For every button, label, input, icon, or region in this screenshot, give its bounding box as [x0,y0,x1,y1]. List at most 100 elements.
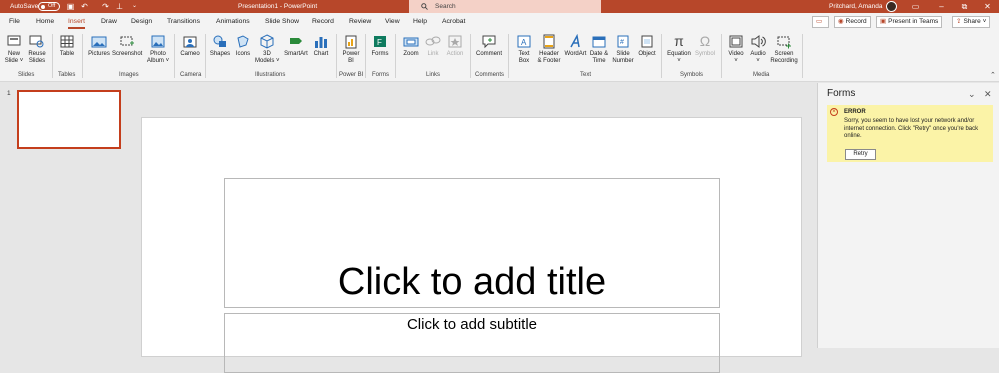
title-placeholder[interactable]: Click to add title [224,178,720,308]
video-button[interactable]: Video ˅ [725,34,747,65]
divider [52,34,53,78]
maximize-icon[interactable]: ⧉ [960,2,969,11]
tab-insert[interactable]: Insert [68,18,85,29]
tab-file[interactable]: File [9,18,20,25]
group-power-bi: Power BI [339,72,364,78]
table-button[interactable]: Table [57,34,77,58]
cameo-button[interactable]: Cameo [178,34,202,58]
tab-review[interactable]: Review [349,18,371,25]
date-time-button[interactable]: Date & Time [588,34,610,65]
pane-close-icon[interactable]: ✕ [984,89,992,100]
slide-number-button[interactable]: # Slide Number [611,34,635,65]
divider [721,34,722,78]
power-bi-button[interactable]: Power BI [340,34,362,65]
tab-home[interactable]: Home [36,18,54,25]
forms-button[interactable]: F Forms [369,34,391,58]
icons-button[interactable]: Icons [233,34,253,58]
link-icon [425,36,441,46]
group-symbols: Symbols [680,72,704,78]
text-box-button[interactable]: A Text Box [513,34,535,65]
3d-models-label: 3D Models ˅ [255,51,280,64]
pane-title: Forms [827,88,856,99]
collapse-ribbon-icon[interactable]: ⌃ [990,71,996,79]
minimize-icon[interactable]: – [937,2,946,11]
divider [174,34,175,78]
header-footer-button[interactable]: Header & Footer [536,34,562,65]
pi-icon: π [674,33,684,49]
slide-canvas[interactable]: Click to add title Click to add subtitle [141,117,802,373]
reuse-slides-button[interactable]: Reuse Slides [26,34,48,65]
video-label: Video [728,51,744,57]
pictures-button[interactable]: Pictures [87,34,111,58]
close-icon[interactable]: ✕ [983,2,992,11]
tab-design[interactable]: Design [131,18,152,25]
comment-icon [482,35,496,49]
audio-button[interactable]: Audio ˅ [748,34,768,65]
equation-button[interactable]: π Equation ˅ [665,34,693,65]
present-in-teams-button[interactable]: ▣ Present in Teams [876,16,943,28]
tab-slide-show[interactable]: Slide Show [265,18,299,25]
undo-icon[interactable]: ↶ [80,2,89,11]
divider [395,34,396,78]
action-label: Action [446,51,464,57]
error-icon: × [830,108,838,116]
divider [470,34,471,78]
action-button[interactable]: Action [444,34,466,58]
chart-button[interactable]: Chart [311,34,331,58]
pin-icon[interactable]: ⊥ [115,2,124,11]
tab-transitions[interactable]: Transitions [167,18,200,25]
header-footer-label: Header & Footer [537,51,561,64]
wordart-button[interactable]: WordArt [563,34,588,58]
retry-button[interactable]: Retry [845,149,876,160]
comments-button[interactable]: ▭ [812,16,829,28]
shapes-icon [213,35,226,47]
cube-icon [260,34,274,49]
screenshot-button[interactable]: Screenshot [112,34,142,58]
photo-album-button[interactable]: Photo Album ˅ [146,34,170,65]
subtitle-placeholder[interactable]: Click to add subtitle [224,313,720,373]
comment-button[interactable]: Comment [474,34,504,58]
search-placeholder: Search [435,3,456,10]
screenshot-label: Screenshot [112,51,143,57]
icons-label: Icons [235,51,251,57]
shapes-button[interactable]: Shapes [208,34,232,58]
svg-text:#: # [620,39,624,46]
tab-acrobat[interactable]: Acrobat [442,18,465,25]
zoom-button[interactable]: Zoom [400,34,422,58]
pictures-icon [91,36,107,48]
ribbon-display-icon[interactable]: ▭ [911,2,920,11]
3d-models-button[interactable]: 3D Models ˅ [255,34,280,65]
record-button[interactable]: ◉ Record [834,16,871,28]
group-tables: Tables [58,72,76,78]
new-slide-button[interactable]: New Slide ˅ [4,34,24,65]
pane-options-icon[interactable]: ⌄ [968,89,976,100]
link-label: Link [427,51,439,57]
tab-record[interactable]: Record [312,18,334,25]
share-icon: ⇪ [956,18,962,25]
redo-icon[interactable]: ↷ [101,2,110,11]
object-button[interactable]: Object [636,34,658,58]
group-links: Links [426,72,441,78]
smartart-button[interactable]: SmartArt [282,34,310,58]
customize-icon[interactable]: ⌄ [130,2,139,11]
avatar[interactable] [886,1,897,12]
chart-label: Chart [313,51,329,57]
tab-help[interactable]: Help [413,18,427,25]
table-label: Table [59,51,75,57]
date-time-label: Date & Time [589,51,609,64]
table-icon [60,35,74,48]
text-box-label: Text Box [518,51,530,64]
autosave-toggle[interactable]: Off [38,2,60,11]
link-button[interactable]: Link [424,34,442,58]
tab-animations[interactable]: Animations [216,18,250,25]
slide-thumbnail[interactable] [17,90,121,149]
share-button[interactable]: ⇪ Share ˅ [952,16,991,28]
symbol-button[interactable]: Ω Symbol [693,34,717,58]
calendar-icon [592,36,606,48]
save-icon[interactable]: ▣ [66,2,75,11]
user-name[interactable]: Pritchard, Amanda [829,3,882,10]
search-box[interactable]: Search [409,0,601,13]
tab-view[interactable]: View [385,18,400,25]
tab-draw[interactable]: Draw [101,18,117,25]
screen-recording-button[interactable]: Screen Recording [769,34,799,65]
